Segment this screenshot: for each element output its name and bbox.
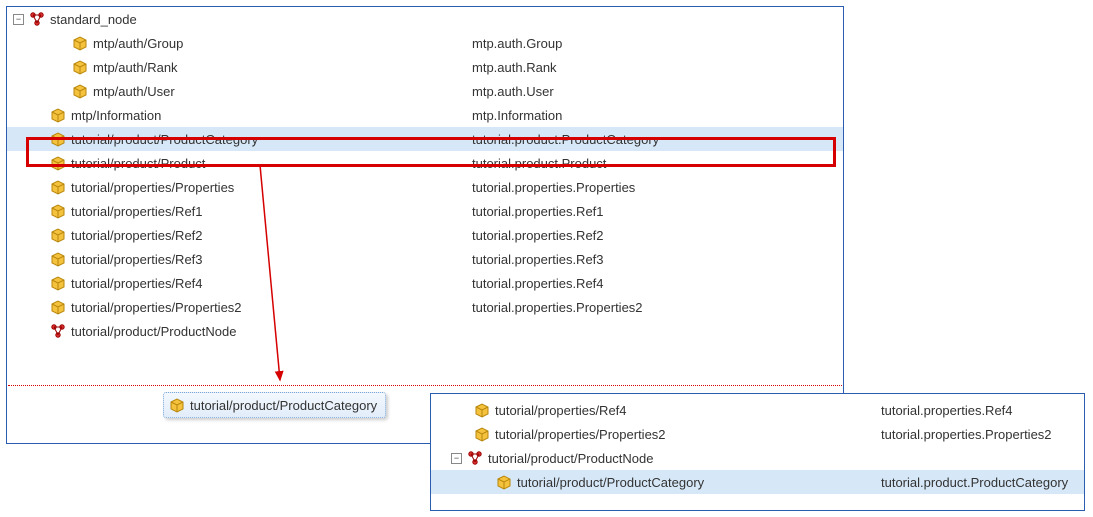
drag-arrow: [230, 165, 290, 395]
tree-row-type: tutorial.properties.Properties2: [881, 427, 1052, 442]
node-icon: [28, 10, 46, 28]
drop-indicator-line: [8, 385, 842, 386]
tree-panel-after: tutorial/properties/Ref4 tutorial.propert…: [430, 393, 1085, 511]
tree-row[interactable]: tutorial/properties/Ref4 tutorial.propert…: [431, 398, 1084, 422]
box-icon: [49, 154, 67, 172]
tree-row[interactable]: tutorial/properties/Ref4 tutorial.propert…: [7, 271, 843, 295]
tree-row-path: tutorial/properties/Ref1: [71, 204, 203, 219]
box-icon: [71, 34, 89, 52]
tree-root-label: standard_node: [50, 12, 137, 27]
box-icon: [49, 250, 67, 268]
tree-root-row[interactable]: − standard_node: [7, 7, 843, 31]
drag-ghost-chip: tutorial/product/ProductCategory: [163, 392, 386, 418]
box-icon: [71, 82, 89, 100]
collapse-icon[interactable]: −: [13, 14, 24, 25]
tree-row[interactable]: tutorial/properties/Properties tutorial.p…: [7, 175, 843, 199]
tree-panel-before: − standard_node mtp/auth/Group mtp.auth.G…: [6, 6, 844, 444]
box-icon: [473, 425, 491, 443]
drag-ghost-label: tutorial/product/ProductCategory: [190, 398, 377, 413]
tree-row[interactable]: mtp/auth/Rank mtp.auth.Rank: [7, 55, 843, 79]
box-icon: [49, 130, 67, 148]
tree-row[interactable]: tutorial/product/ProductCategory tutorial…: [431, 470, 1084, 494]
tree-row-path: tutorial/properties/Ref4: [71, 276, 203, 291]
tree-row[interactable]: tutorial/properties/Properties2 tutorial.…: [7, 295, 843, 319]
tree-row[interactable]: tutorial/properties/Ref1 tutorial.propert…: [7, 199, 843, 223]
tree-row-path: mtp/Information: [71, 108, 161, 123]
tree-row-path: tutorial/properties/Properties2: [71, 300, 242, 315]
tree-row[interactable]: tutorial/product/ProductCategory tutorial…: [7, 127, 843, 151]
tree-row[interactable]: tutorial/properties/Ref3 tutorial.propert…: [7, 247, 843, 271]
tree-row-path: mtp/auth/Rank: [93, 60, 178, 75]
tree-row[interactable]: tutorial/properties/Ref2 tutorial.propert…: [7, 223, 843, 247]
tree-row[interactable]: mtp/Information mtp.Information: [7, 103, 843, 127]
tree-row-type: tutorial.properties.Ref4: [881, 403, 1013, 418]
tree-row[interactable]: tutorial/properties/Properties2 tutorial.…: [431, 422, 1084, 446]
tree-row-path: tutorial/product/ProductCategory: [517, 475, 704, 490]
box-icon: [49, 202, 67, 220]
tree-row-path: tutorial/properties/Ref4: [495, 403, 627, 418]
tree-row-path: tutorial/properties/Properties: [71, 180, 234, 195]
tree-row-type: tutorial.product.ProductCategory: [472, 132, 659, 147]
node-icon: [49, 322, 67, 340]
tree-row-type: tutorial.properties.Ref4: [472, 276, 604, 291]
box-icon: [168, 396, 186, 414]
tree-row-type: tutorial.properties.Ref2: [472, 228, 604, 243]
tree-row[interactable]: − tutorial/product/ProductNode: [431, 446, 1084, 470]
tree-row-path: tutorial/product/ProductNode: [71, 324, 236, 339]
tree-row-path: tutorial/properties/Ref3: [71, 252, 203, 267]
tree-row-path: mtp/auth/Group: [93, 36, 183, 51]
tree-row-type: mtp.auth.Group: [472, 36, 562, 51]
tree-row-path: mtp/auth/User: [93, 84, 175, 99]
tree-row[interactable]: tutorial/product/Product tutorial.product…: [7, 151, 843, 175]
tree-row-type: mtp.auth.User: [472, 84, 554, 99]
tree-row[interactable]: tutorial/product/ProductNode: [7, 319, 843, 343]
tree-row-type: tutorial.properties.Ref3: [472, 252, 604, 267]
tree-row-path: tutorial/product/Product: [71, 156, 205, 171]
box-icon: [71, 58, 89, 76]
box-icon: [49, 226, 67, 244]
box-icon: [49, 298, 67, 316]
tree-row-path: tutorial/product/ProductNode: [488, 451, 653, 466]
box-icon: [49, 274, 67, 292]
tree-row-path: tutorial/properties/Ref2: [71, 228, 203, 243]
node-icon: [466, 449, 484, 467]
tree-row-type: tutorial.product.ProductCategory: [881, 475, 1068, 490]
tree-row-path: tutorial/properties/Properties2: [495, 427, 666, 442]
box-icon: [49, 178, 67, 196]
box-icon: [49, 106, 67, 124]
tree-row-type: mtp.Information: [472, 108, 562, 123]
tree-row-type: tutorial.properties.Ref1: [472, 204, 604, 219]
tree-row[interactable]: mtp/auth/User mtp.auth.User: [7, 79, 843, 103]
tree-row-type: tutorial.product.Product: [472, 156, 606, 171]
tree-row-path: tutorial/product/ProductCategory: [71, 132, 258, 147]
tree-row-type: tutorial.properties.Properties2: [472, 300, 643, 315]
collapse-icon[interactable]: −: [451, 453, 462, 464]
box-icon: [495, 473, 513, 491]
tree-row-type: tutorial.properties.Properties: [472, 180, 635, 195]
box-icon: [473, 401, 491, 419]
tree-row[interactable]: mtp/auth/Group mtp.auth.Group: [7, 31, 843, 55]
tree-row-type: mtp.auth.Rank: [472, 60, 557, 75]
